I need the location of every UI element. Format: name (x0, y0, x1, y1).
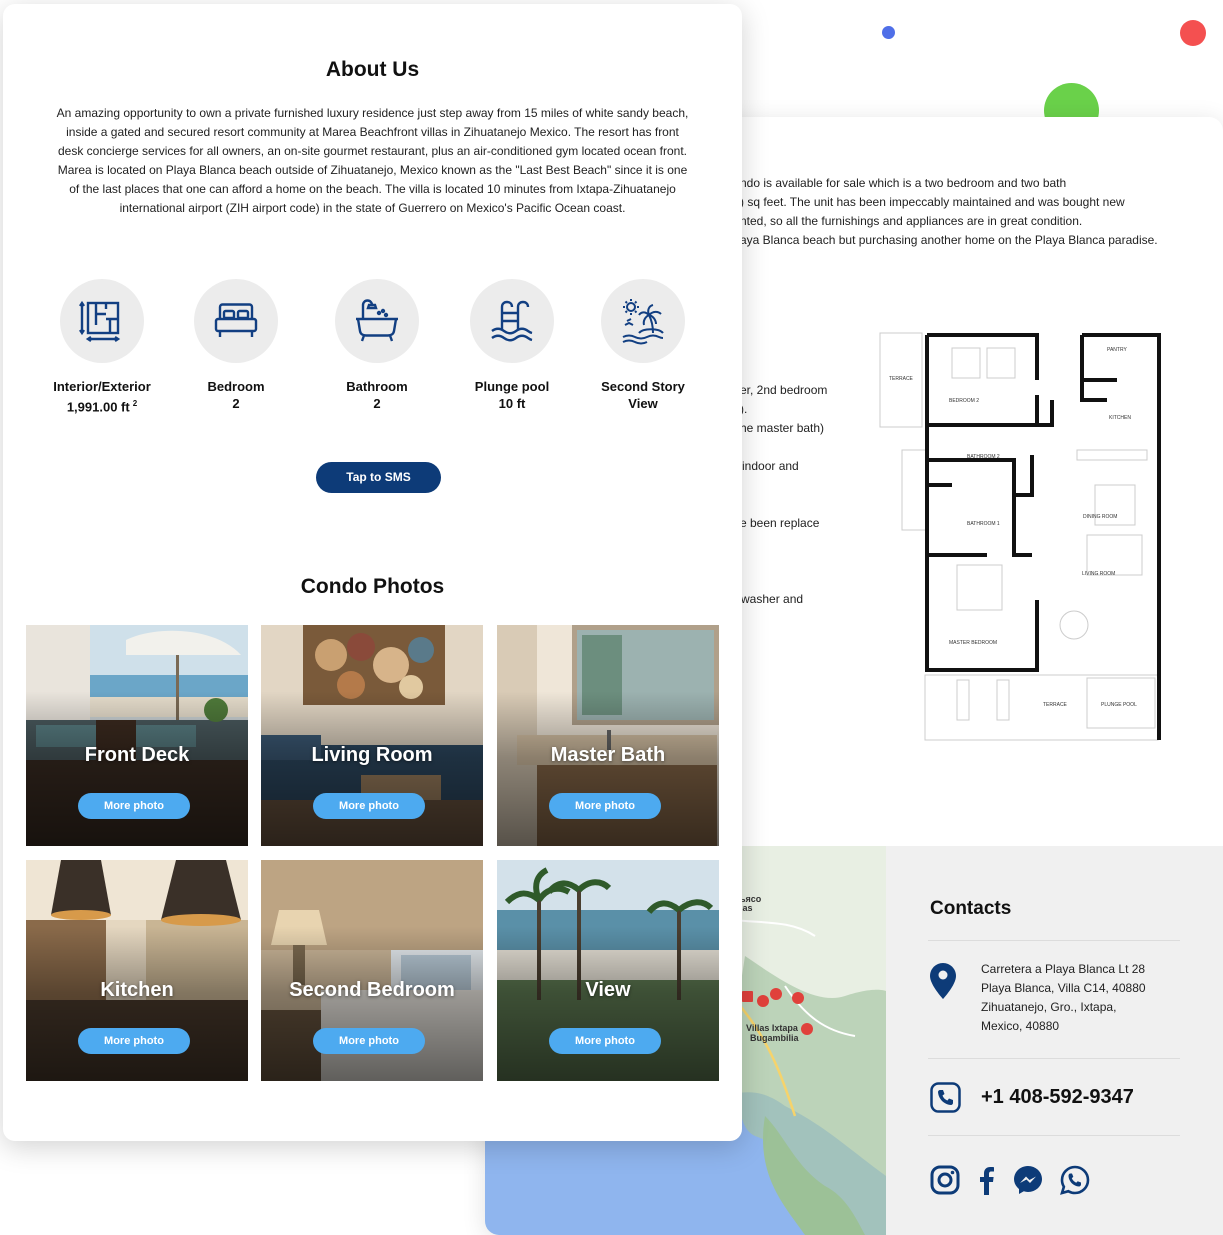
about-text: An amazing opportunity to own a private … (56, 106, 689, 215)
photo-tile-front-deck[interactable]: Front Deck More photo (26, 625, 248, 846)
tile-title: Kitchen (100, 979, 174, 1001)
tile-title: Living Room (311, 744, 433, 766)
description-line: aya Blanca beach but purchasing another … (740, 233, 1158, 247)
feature-value-sup: 2 (132, 399, 138, 408)
map-label: Villas Ixtapa (746, 1023, 798, 1033)
description-line: nted, so all the furnishings and applian… (740, 214, 1083, 228)
photo-tile-kitchen[interactable]: Kitchen More photo (26, 860, 248, 1081)
divider (928, 1058, 1180, 1059)
feature-second-story: Second Story View (573, 279, 713, 412)
floorplan-label: BEDROOM 2 (949, 398, 979, 404)
description-text: ndo is available for sale which is a two… (740, 174, 1160, 250)
pool-icon (491, 300, 533, 342)
whatsapp-icon[interactable] (1059, 1164, 1091, 1196)
address-line: Playa Blanca, Villa C14, 40880 (981, 981, 1146, 995)
feature-circle (60, 279, 144, 363)
phone-icon[interactable] (930, 1082, 961, 1113)
address-line: Zihuatanejo, Gro., Ixtapa, (981, 1000, 1117, 1014)
photo-tile-master-bath[interactable]: Master Bath More photo (497, 625, 719, 846)
feature-value: 10 ft (498, 396, 526, 411)
feature-interior: Interior/Exterior 1,991.00 ft 2 (32, 279, 172, 415)
tile-title: Master Bath (550, 744, 666, 766)
floor-plan: TERRACE BEDROOM 2 PANTRY KITCHEN BATHROO… (879, 332, 1161, 741)
description-line: ndo is available for sale which is a two… (740, 176, 1067, 190)
photo-tile-second-bedroom[interactable]: Second Bedroom More photo (261, 860, 483, 1081)
more-photo-button[interactable]: More photo (549, 1028, 661, 1054)
feature-list-line: indoor and (742, 459, 799, 473)
divider (928, 940, 1180, 941)
address-line: Carretera a Playa Blanca Lt 28 (981, 962, 1146, 976)
floorplan-label: PANTRY (1107, 347, 1127, 353)
instagram-icon[interactable] (929, 1164, 961, 1196)
feature-circle (470, 279, 554, 363)
floorplan-label: PLUNGE POOL (1101, 702, 1137, 708)
more-photo-button[interactable]: More photo (78, 1028, 190, 1054)
feature-value: 2 (232, 396, 240, 411)
description-line: ) sq feet. The unit has been impeccably … (740, 195, 1125, 209)
feature-label: Second Story (601, 379, 685, 394)
photo-tile-view[interactable]: View More photo (497, 860, 719, 1081)
floorplan-label: MASTER BEDROOM (949, 640, 997, 646)
about-title: About Us (325, 58, 420, 81)
floorplan-icon (79, 300, 121, 342)
address-line: Mexico, 40880 (981, 1019, 1060, 1033)
feature-label: Plunge pool (474, 379, 550, 394)
phone-number[interactable]: +1 408-592-9347 (981, 1086, 1134, 1109)
feature-label: Bathroom (346, 379, 408, 394)
tap-to-sms-button[interactable]: Tap to SMS (316, 462, 441, 493)
contacts-panel: Contacts Carretera a Playa Blanca Lt 28 … (886, 846, 1223, 1235)
floorplan-label: TERRACE (889, 376, 914, 382)
more-photo-button[interactable]: More photo (78, 793, 190, 819)
floorplan-label: BATHROOM 2 (967, 454, 1000, 460)
front-card: About Us An amazing opportunity to own a… (3, 4, 742, 1141)
bed-icon (214, 303, 258, 337)
feature-value-text: 1,991.00 ft (66, 399, 130, 415)
feature-bedroom: Bedroom 2 (166, 279, 306, 412)
photos-title: Condo Photos (300, 575, 445, 598)
facebook-icon[interactable] (971, 1164, 1003, 1196)
contacts-title: Contacts (930, 898, 1012, 919)
feature-list-line: e been replace (740, 516, 820, 530)
address: Carretera a Playa Blanca Lt 28 Playa Bla… (981, 960, 1146, 1036)
feature-value: 1,991.00 ft 2 (32, 395, 172, 415)
feature-label: Interior/Exterior (53, 379, 151, 394)
feature-bathroom: Bathroom 2 (307, 279, 447, 412)
feature-circle (194, 279, 278, 363)
feature-circle (335, 279, 419, 363)
tile-title: Front Deck (84, 744, 190, 766)
decor-dot-blue (882, 26, 895, 39)
feature-value: View (628, 396, 658, 411)
tile-title: Second Bedroom (289, 979, 455, 1001)
feature-list-line: er, 2nd bedroom (740, 383, 828, 397)
decor-dot-red (1180, 20, 1206, 46)
more-photo-button[interactable]: More photo (313, 1028, 425, 1054)
beach-palm-icon (622, 299, 664, 345)
floorplan-label: LIVING ROOM (1082, 571, 1115, 577)
feature-list-line: washer and (741, 592, 804, 606)
more-photo-button[interactable]: More photo (549, 793, 661, 819)
floorplan-label: BATHROOM 1 (967, 521, 1000, 527)
floorplan-label: KITCHEN (1109, 415, 1131, 421)
divider (928, 1135, 1180, 1136)
feature-label: Bedroom (207, 379, 265, 394)
photo-tile-living-room[interactable]: Living Room More photo (261, 625, 483, 846)
map-label: Bugambilia (750, 1033, 799, 1043)
more-photo-button[interactable]: More photo (313, 793, 425, 819)
feature-value: 2 (373, 396, 381, 411)
feature-circle (601, 279, 685, 363)
tile-title: View (585, 979, 631, 1001)
feature-plunge-pool: Plunge pool 10 ft (442, 279, 582, 412)
floorplan-label: DINING ROOM (1083, 514, 1117, 520)
feature-list-line: he master bath) (740, 421, 825, 435)
messenger-icon[interactable] (1012, 1164, 1044, 1196)
location-pin-icon (930, 963, 956, 999)
bathtub-icon (356, 299, 398, 342)
floorplan-label: TERRACE (1043, 702, 1068, 708)
